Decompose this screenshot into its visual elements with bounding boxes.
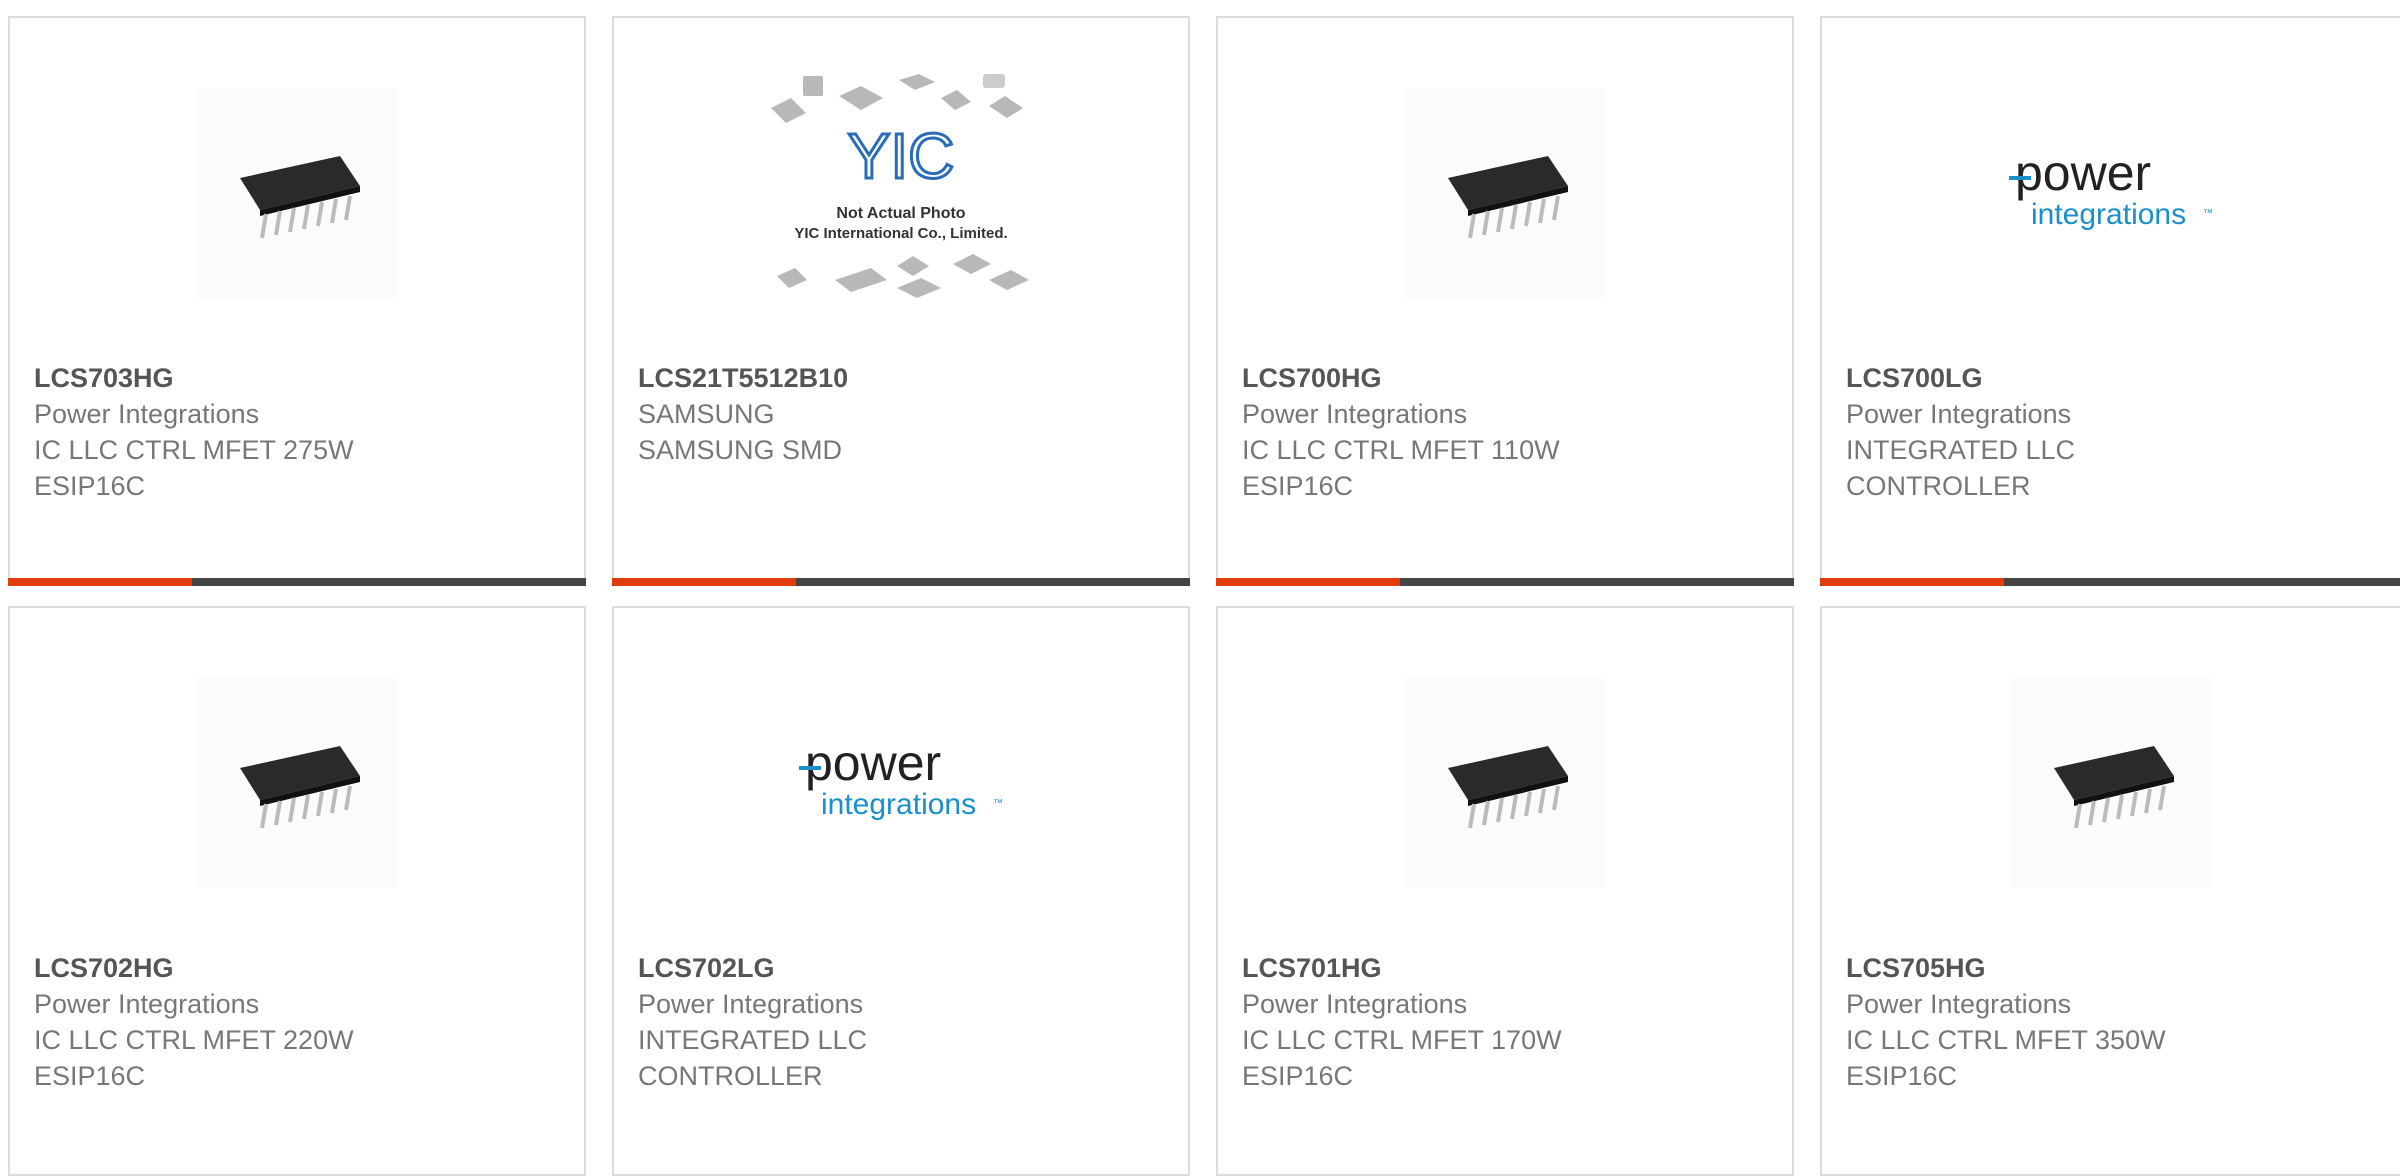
part-number[interactable]: LCS701HG <box>1242 950 1762 986</box>
part-number[interactable]: LCS700HG <box>1242 360 1762 396</box>
manufacturer: Power Integrations <box>34 989 260 1019</box>
chip-photo <box>2011 678 2211 888</box>
product-card[interactable]: LCS705HG Power Integrations IC LLC CTRL … <box>1820 606 2400 1176</box>
product-card[interactable]: LCS703HG Power Integrations IC LLC CTRL … <box>8 16 586 586</box>
svg-text:YIC: YIC <box>848 120 955 192</box>
power-integrations-logo: power integrations ™ <box>2009 148 2213 231</box>
manufacturer: Power Integrations <box>1242 989 1468 1019</box>
chip-photo <box>1405 88 1605 298</box>
chip-photo <box>197 678 397 888</box>
product-card[interactable]: power integrations ™ LCS700LG Power Inte… <box>1820 16 2400 586</box>
part-number[interactable]: LCS703HG <box>34 360 554 396</box>
manufacturer: Power Integrations <box>34 399 260 429</box>
description: IC LLC CTRL MFET 350W <box>1846 1025 2166 1055</box>
product-image[interactable] <box>1822 648 2400 918</box>
package: ESIP16C <box>34 471 146 501</box>
package: ESIP16C <box>1242 471 1354 501</box>
part-number[interactable]: LCS21T5512B10 <box>638 360 1158 396</box>
svg-text:power: power <box>805 738 941 791</box>
card-accent-bar <box>612 578 1190 586</box>
part-number[interactable]: LCS702HG <box>34 950 554 986</box>
package: ESIP16C <box>34 1061 146 1091</box>
description: IC LLC CTRL MFET 275W <box>34 435 354 465</box>
placeholder-company: YIC International Co., Limited. <box>794 225 1007 242</box>
svg-text:™: ™ <box>2203 208 2213 219</box>
svg-text:integrations: integrations <box>821 788 976 821</box>
card-accent-bar <box>1216 578 1794 586</box>
manufacturer: SAMSUNG <box>638 399 775 429</box>
product-card[interactable]: power integrations ™ LCS702LG Power Inte… <box>612 606 1190 1176</box>
description: INTEGRATED LLC <box>1846 435 2076 465</box>
product-image[interactable] <box>10 648 584 918</box>
svg-text:power: power <box>2015 148 2151 201</box>
description: INTEGRATED LLC <box>638 1025 868 1055</box>
product-image[interactable] <box>10 58 584 328</box>
part-number[interactable]: LCS702LG <box>638 950 1158 986</box>
package: ESIP16C <box>1242 1061 1354 1091</box>
description: SAMSUNG SMD <box>638 435 843 465</box>
package: CONTROLLER <box>1846 471 2031 501</box>
part-number[interactable]: LCS705HG <box>1846 950 2366 986</box>
card-accent-bar <box>1820 578 2400 586</box>
product-image[interactable]: power integrations ™ <box>614 648 1188 918</box>
yic-placeholder-image: YIC Not Actual Photo YIC International C… <box>771 74 1029 298</box>
manufacturer: Power Integrations <box>1846 989 2072 1019</box>
product-image[interactable]: power integrations ™ <box>1822 58 2400 328</box>
package: CONTROLLER <box>638 1061 823 1091</box>
part-number[interactable]: LCS700LG <box>1846 360 2366 396</box>
chip-photo <box>197 88 397 298</box>
svg-text:integrations: integrations <box>2031 198 2186 231</box>
product-card[interactable]: LCS702HG Power Integrations IC LLC CTRL … <box>8 606 586 1176</box>
description: IC LLC CTRL MFET 170W <box>1242 1025 1562 1055</box>
placeholder-caption: Not Actual Photo <box>836 205 965 222</box>
power-integrations-logo: power integrations ™ <box>799 738 1003 821</box>
chip-photo <box>1405 678 1605 888</box>
svg-text:™: ™ <box>993 798 1003 809</box>
product-image[interactable] <box>1218 58 1792 328</box>
product-grid: LCS703HG Power Integrations IC LLC CTRL … <box>0 0 2400 1176</box>
package: ESIP16C <box>1846 1061 1958 1091</box>
card-accent-bar <box>8 578 586 586</box>
manufacturer: Power Integrations <box>638 989 864 1019</box>
product-card[interactable]: LCS700HG Power Integrations IC LLC CTRL … <box>1216 16 1794 586</box>
product-image[interactable] <box>1218 648 1792 918</box>
manufacturer: Power Integrations <box>1242 399 1468 429</box>
manufacturer: Power Integrations <box>1846 399 2072 429</box>
product-card[interactable]: LCS701HG Power Integrations IC LLC CTRL … <box>1216 606 1794 1176</box>
product-card[interactable]: YIC Not Actual Photo YIC International C… <box>612 16 1190 586</box>
description: IC LLC CTRL MFET 220W <box>34 1025 354 1055</box>
description: IC LLC CTRL MFET 110W <box>1242 435 1560 465</box>
product-image[interactable]: YIC Not Actual Photo YIC International C… <box>614 58 1188 328</box>
